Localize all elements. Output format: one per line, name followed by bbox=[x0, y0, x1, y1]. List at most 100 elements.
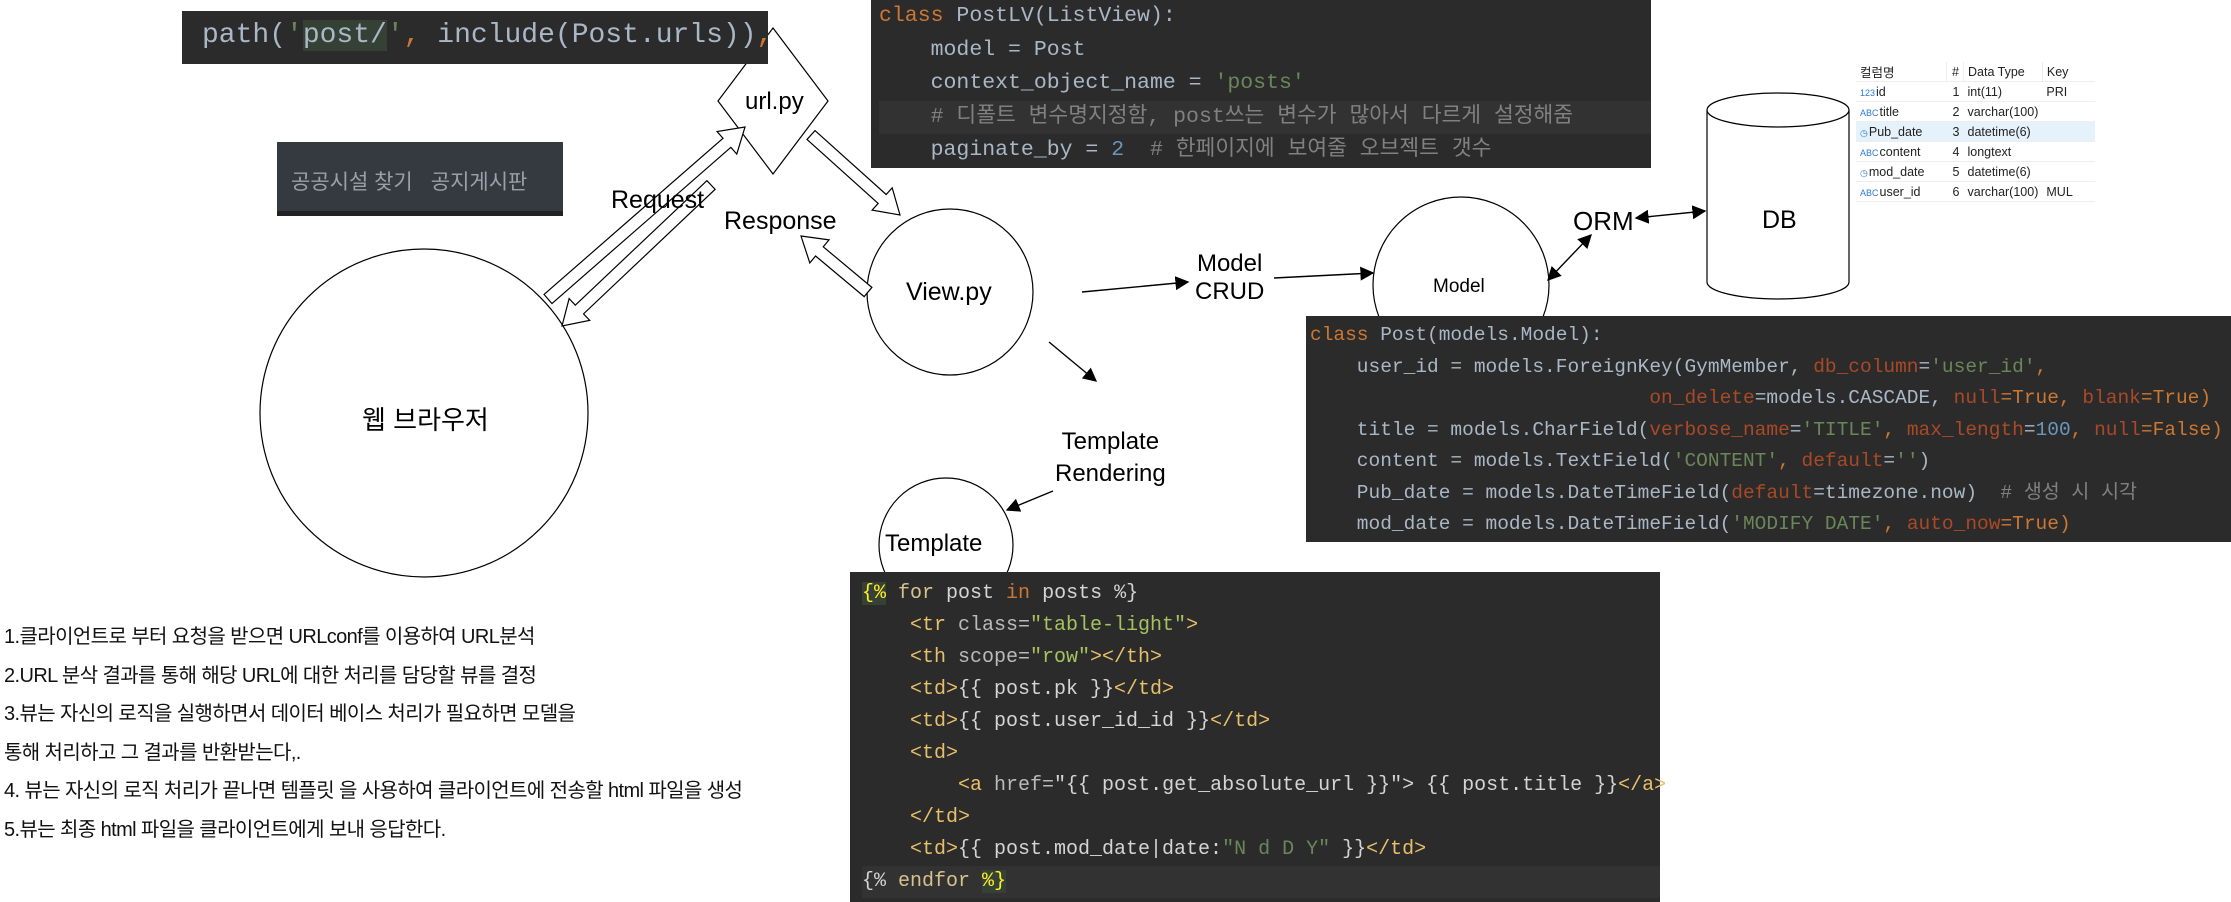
view-code: class PostLV(ListView): model = Post con… bbox=[871, 0, 1651, 168]
column-name: Pub_date bbox=[1868, 124, 1923, 139]
col-header-type: Data Type bbox=[1963, 62, 2043, 82]
column-data-type: varchar(100) bbox=[1963, 101, 2043, 122]
code-token: 100 bbox=[2035, 418, 2071, 441]
code-line: # 디폴트 변수명지정함, post쓰는 변수가 많아서 다르게 설정해줌 bbox=[879, 100, 1651, 134]
column-key bbox=[2042, 121, 2095, 142]
db-table-header: 컬럼명 # Data Type Key bbox=[1856, 62, 2095, 82]
column-key bbox=[2042, 101, 2095, 122]
code-token: null bbox=[2094, 418, 2141, 441]
code-line: title = models.CharField(verbose_name='T… bbox=[1310, 415, 2231, 447]
col-header-key: Key bbox=[2042, 62, 2095, 82]
template-rendering-label: Template Rendering bbox=[1055, 426, 1166, 490]
db-column-row[interactable]: ◷mod_date 5 datetime(6) bbox=[1856, 161, 2095, 182]
column-number: 4 bbox=[1946, 141, 1964, 162]
code-token: 'MODIFY DATE' bbox=[1731, 513, 1884, 535]
code-token: Post(models.Model): bbox=[1380, 324, 1603, 346]
code-line: <th scope="row"></th> bbox=[862, 642, 1660, 674]
column-data-type: datetime(6) bbox=[1963, 121, 2043, 142]
code-token: </td> bbox=[1366, 838, 1427, 861]
code-line: model = Post bbox=[879, 34, 1651, 68]
code-token: in bbox=[1006, 582, 1043, 605]
code-token: = bbox=[1918, 355, 1931, 378]
code-line: context_object_name = 'posts' bbox=[879, 67, 1651, 101]
code-token: endfor bbox=[898, 870, 983, 893]
column-number: 2 bbox=[1946, 101, 1964, 122]
view-response-arrow bbox=[800, 235, 873, 298]
code-token: }} bbox=[1330, 838, 1367, 861]
code-token: <td> bbox=[862, 710, 959, 733]
code-line: <td>{{ post.user_id_id }}</td> bbox=[862, 706, 1660, 738]
step-line: 통해 처리하고 그 결과를 반환받는다,. bbox=[4, 741, 301, 764]
code-token: </td> bbox=[862, 806, 971, 829]
code-line: </td> bbox=[862, 802, 1660, 834]
code-line: Pub_date = models.DateTimeField(default=… bbox=[1310, 478, 2231, 510]
column-name-cell: ABCuser_id bbox=[1856, 181, 1947, 202]
column-type-icon: ◷ bbox=[1860, 167, 1868, 178]
view-to-crud-arrow bbox=[1081, 276, 1190, 293]
db-cylinder bbox=[1706, 92, 1850, 300]
code-token: ' bbox=[386, 20, 404, 51]
code-token: , bbox=[2035, 355, 2048, 378]
code-token: # 디폴트 변수명지정함, post쓰는 변수가 많아서 다르게 설정해줌 bbox=[879, 104, 1574, 129]
code-line: class PostLV(ListView): bbox=[879, 0, 1651, 34]
db-column-row[interactable]: ABCcontent 4 longtext bbox=[1856, 141, 2095, 162]
code-token: 'posts' bbox=[1214, 71, 1305, 95]
web-browser-label: 웹 브라우저 bbox=[362, 405, 489, 435]
process-steps: 1.클라이언트로 부터 요청을 받으면 URLconf를 이용하여 URL분석 2… bbox=[4, 618, 743, 849]
orm-label: ORM bbox=[1573, 206, 1634, 236]
code-token: > {{ post.title }} bbox=[1402, 774, 1619, 797]
db-column-row[interactable]: ABCtitle 2 varchar(100) bbox=[1856, 101, 2095, 122]
code-token: '' bbox=[1895, 450, 1919, 472]
column-number: 3 bbox=[1946, 121, 1964, 142]
code-token: > bbox=[1186, 614, 1199, 637]
code-token: <tr bbox=[862, 614, 959, 637]
view-to-rendering-arrow bbox=[1048, 341, 1098, 382]
code-token: blank bbox=[2082, 387, 2141, 409]
django-mvt-diagram: path('post/', include(Post.urls)), 공공시설 … bbox=[0, 0, 2231, 902]
code-line: {% endfor %} bbox=[862, 866, 1660, 898]
code-token: <td> bbox=[862, 742, 959, 765]
request-arrow bbox=[543, 126, 746, 305]
db-column-row[interactable]: 123id 1 int(11) PRI bbox=[1856, 81, 2095, 102]
code-line: <tr class="table-light"> bbox=[862, 610, 1660, 642]
code-token: "N d D Y" bbox=[1222, 838, 1331, 861]
code-token: 'user_id' bbox=[1930, 355, 2036, 378]
code-token: for bbox=[886, 582, 947, 605]
code-token: =True) bbox=[2140, 387, 2212, 409]
column-type-icon: ABC bbox=[1860, 107, 1879, 118]
code-token: =True, bbox=[2000, 387, 2083, 409]
orm-db-arrow bbox=[1634, 205, 1707, 224]
step-line: 4. 뷰는 자신의 로직 처리가 끝나면 템플릿 을 사용하여 클라이언트에 전… bbox=[4, 780, 743, 802]
code-token: , bbox=[403, 20, 438, 51]
code-line: <a href="{{ post.get_absolute_url }}"> {… bbox=[862, 770, 1666, 802]
column-number: 6 bbox=[1946, 181, 1964, 202]
db-column-row[interactable]: ABCuser_id 6 varchar(100) MUL bbox=[1856, 181, 2095, 202]
code-token: paginate_by = bbox=[879, 138, 1112, 162]
code-token: , bbox=[1883, 418, 1907, 441]
code-line: {% for post in posts %} bbox=[862, 578, 1660, 610]
code-token: , bbox=[2070, 418, 2095, 441]
code-token: = bbox=[1789, 418, 1802, 441]
code-token: {% bbox=[862, 582, 887, 605]
code-token: verbose_name bbox=[1649, 418, 1790, 441]
column-name: title bbox=[1879, 104, 1899, 119]
url-py-label: url.py bbox=[745, 88, 804, 115]
code-token: # 한페이지에 보여줄 오브젝트 갯수 bbox=[1124, 138, 1492, 162]
column-name-cell: ◷mod_date bbox=[1856, 161, 1947, 182]
code-token: ' bbox=[286, 20, 303, 51]
nav-public-facilities[interactable]: 공공시설 찾기 bbox=[291, 171, 413, 194]
template-rendering-line1: Template bbox=[1061, 428, 1160, 455]
code-line: mod_date = models.DateTimeField('MODIFY … bbox=[1310, 509, 2231, 541]
code-token: =False) bbox=[2140, 418, 2223, 441]
column-data-type: longtext bbox=[1963, 141, 2043, 162]
db-column-row[interactable]: ◷Pub_date 3 datetime(6) bbox=[1856, 121, 2095, 142]
column-name-cell: ABCtitle bbox=[1856, 101, 1947, 122]
model-crud-label: Model CRUD bbox=[1195, 250, 1264, 306]
code-token: posts %} bbox=[1042, 582, 1139, 605]
template-label: Template bbox=[885, 530, 983, 557]
code-token: <th bbox=[862, 646, 959, 669]
code-token: default bbox=[1731, 481, 1814, 504]
nav-notice-board[interactable]: 공지게시판 bbox=[431, 171, 528, 194]
column-key bbox=[2042, 141, 2095, 162]
